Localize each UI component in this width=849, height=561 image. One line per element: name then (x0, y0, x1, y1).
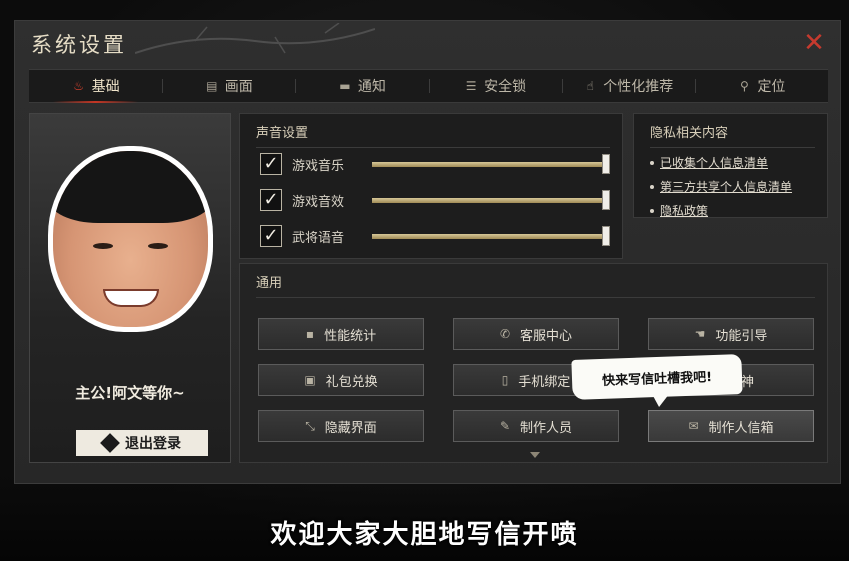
avatar-hair (53, 151, 208, 223)
third-party-info-link[interactable]: 第三方共享个人信息清单 (660, 178, 792, 195)
music-checkbox[interactable]: ✓ (260, 153, 282, 175)
feature-guide-button[interactable]: ☚ 功能引导 (648, 318, 814, 350)
profile-caption: 主公!阿文等你~ (75, 384, 185, 402)
phone-icon: ✆ (499, 327, 511, 341)
customer-service-button[interactable]: ✆ 客服中心 (453, 318, 619, 350)
avatar-mouth (103, 289, 159, 307)
tab-security-lock[interactable]: ☰ 安全锁 (428, 70, 562, 102)
button-label: 礼包兑换 (325, 374, 378, 390)
lock-icon: ☰ (465, 79, 477, 93)
bullet-icon (650, 184, 654, 189)
button-label: 制作人员 (520, 420, 573, 436)
tab-personalized-recommendation[interactable]: ☝ 个性化推荐 (561, 70, 695, 102)
credits-button[interactable]: ✎ 制作人员 (453, 410, 619, 442)
collected-info-link[interactable]: 已收集个人信息清单 (660, 154, 768, 171)
resize-arrows-icon: ⤡ (305, 418, 315, 433)
gift-redeem-button[interactable]: ▣ 礼包兑换 (258, 364, 424, 396)
effects-checkbox[interactable]: ✓ (260, 189, 282, 211)
avatar-face (53, 151, 208, 327)
hide-interface-button[interactable]: ⤡ 隐藏界面 (258, 410, 424, 442)
bullet-icon (650, 160, 654, 165)
mobile-phone-icon: ▯ (501, 373, 509, 387)
settings-window: 系统设置 ✕ ♨ 基础 ▤ 画面 ▬ 通知 ☰ 安全锁 ☝ 个性化推荐 ⚲ 定位 (14, 20, 841, 484)
branch-decoration-icon (135, 23, 375, 54)
tab-display[interactable]: ▤ 画面 (162, 70, 295, 102)
list-item: 已收集个人信息清单 (650, 154, 827, 171)
voice-volume-slider[interactable] (372, 226, 610, 246)
effects-label: 游戏音效 (292, 194, 345, 210)
privacy-panel: 隐私相关内容 已收集个人信息清单 第三方共享个人信息清单 隐私政策 (633, 113, 828, 218)
button-label: 性能统计 (324, 328, 377, 344)
chat-dots-icon: ▪ (305, 327, 315, 341)
tab-label: 基础 (91, 79, 120, 95)
performance-stats-button[interactable]: ▪ 性能统计 (258, 318, 424, 350)
slider-handle[interactable] (602, 190, 610, 210)
slider-handle[interactable] (602, 154, 610, 174)
voice-label: 武将语音 (292, 230, 345, 246)
list-item: 第三方共享个人信息清单 (650, 178, 827, 195)
button-label: 功能引导 (715, 328, 768, 344)
list-item: 隐私政策 (650, 202, 827, 219)
window-title: 系统设置 (31, 33, 127, 57)
flame-icon: ♨ (73, 79, 84, 93)
music-volume-slider[interactable] (372, 154, 610, 174)
tab-notification[interactable]: ▬ 通知 (295, 70, 428, 102)
tab-location[interactable]: ⚲ 定位 (694, 70, 828, 102)
privacy-policy-link[interactable]: 隐私政策 (660, 202, 708, 219)
logout-label: 退出登录 (125, 436, 181, 452)
profile-card: 主公!阿文等你~ 退出登录 (29, 113, 231, 463)
sound-settings-title: 声音设置 (256, 114, 610, 148)
voice-checkbox[interactable]: ✓ (260, 225, 282, 247)
button-label: 手机绑定 (518, 374, 571, 390)
button-label: 隐藏界面 (324, 420, 377, 436)
button-label: 客服中心 (520, 328, 573, 344)
video-subtitle: 欢迎大家大胆地写信开喷 (270, 520, 579, 550)
hand-pointer-icon: ☚ (694, 327, 706, 341)
envelope-icon: ✉ (688, 419, 699, 433)
gift-icon: ▣ (304, 373, 316, 387)
avatar (48, 146, 213, 332)
monitor-icon: ▤ (206, 79, 218, 93)
general-title: 通用 (256, 264, 815, 298)
thumbs-up-icon: ☝ (586, 79, 594, 93)
logout-button[interactable]: 退出登录 (76, 430, 208, 456)
speech-bubble: 快来写信吐槽我吧! (571, 354, 743, 400)
tab-basic[interactable]: ♨ 基础 (29, 70, 162, 103)
tab-label: 定位 (757, 79, 786, 95)
tab-label: 安全锁 (484, 79, 527, 95)
sound-row-music: ✓ 游戏音乐 (260, 152, 610, 176)
sound-row-effects: ✓ 游戏音效 (260, 188, 610, 212)
chat-bubble-icon: ▬ (339, 79, 351, 93)
scroll-down-icon[interactable] (530, 452, 540, 458)
tab-label: 个性化推荐 (603, 79, 674, 95)
tab-label: 通知 (357, 79, 386, 95)
bullet-icon (650, 208, 654, 213)
close-icon[interactable]: ✕ (802, 30, 826, 56)
slider-handle[interactable] (602, 226, 610, 246)
avatar-eye-left (93, 243, 113, 249)
avatar-eye-right (148, 243, 168, 249)
button-label: 制作人信箱 (708, 420, 774, 436)
sound-row-voice: ✓ 武将语音 (260, 224, 610, 248)
privacy-link-list: 已收集个人信息清单 第三方共享个人信息清单 隐私政策 (650, 154, 827, 219)
sound-settings-panel: 声音设置 ✓ 游戏音乐 ✓ 游戏音效 ✓ 武将语音 (239, 113, 623, 259)
location-pin-icon: ⚲ (740, 79, 749, 93)
privacy-title: 隐私相关内容 (650, 114, 815, 148)
music-label: 游戏音乐 (292, 158, 345, 174)
producer-mailbox-button[interactable]: ✉ 制作人信箱 (648, 410, 814, 442)
diamond-icon (100, 433, 120, 453)
tab-label: 画面 (224, 79, 253, 95)
effects-volume-slider[interactable] (372, 190, 610, 210)
tab-bar: ♨ 基础 ▤ 画面 ▬ 通知 ☰ 安全锁 ☝ 个性化推荐 ⚲ 定位 (29, 69, 828, 103)
feather-icon: ✎ (499, 419, 511, 433)
